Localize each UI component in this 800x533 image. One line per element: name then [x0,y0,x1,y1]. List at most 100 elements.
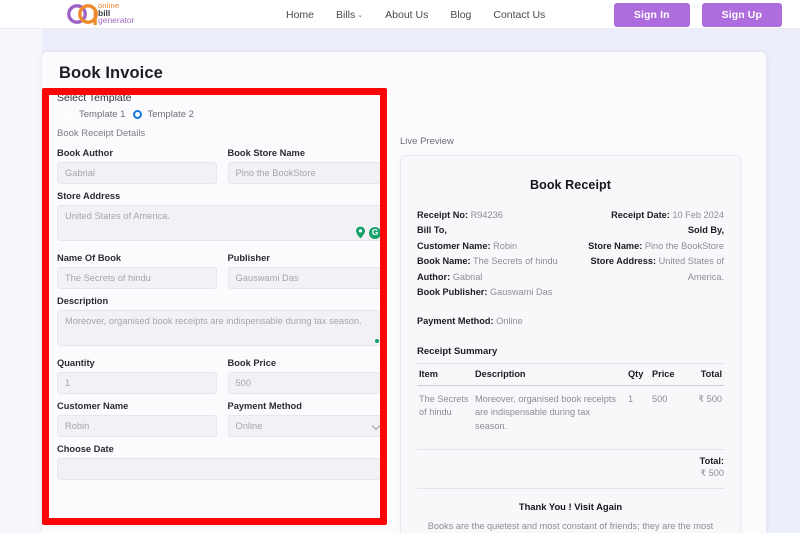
quantity-input[interactable] [57,372,217,394]
receipt-no-key: Receipt No: [417,210,469,220]
nav-item-contact-us[interactable]: Contact Us [493,9,545,21]
field-customer-name: Customer Name [57,394,217,437]
site-logo[interactable]: online bill generator [66,1,174,29]
book-author-label: Book Author [57,148,113,158]
receipt-title: Book Receipt [529,178,612,192]
store-address-textarea[interactable] [57,205,387,241]
book-receipt-details-label: Book Receipt Details [57,128,146,139]
template-option-1[interactable]: Template 1 [65,109,125,120]
field-book-store-name: Book Store Name [227,141,387,184]
book-store-name-input[interactable] [227,162,387,184]
receipt-summary-label: Receipt Summary [417,345,498,357]
summary-col-qty: Qty [626,362,650,386]
template-option-1-label: Template 1 [79,109,126,120]
field-choose-date: Choose Date [57,444,387,480]
book-author-input[interactable] [57,162,217,184]
page-title: Book Invoice [59,64,163,82]
receipt-quote: Books are the quietest and most constant… [427,521,714,532]
payment-method-key: Payment Method: [417,316,494,327]
customer-name-line: Customer Name: Robin [417,239,566,254]
field-description: Description [57,296,387,351]
name-of-book-input[interactable] [57,267,217,289]
site-header: online bill generator Home Bills ⌄ About … [0,0,800,29]
receipt-preview-card: Book Receipt Receipt No: R94236 Bill To,… [400,155,741,533]
book-publisher-key: Book Publisher: [417,287,488,298]
select-template-label: Select Template [57,92,132,104]
nav-item-home[interactable]: Home [286,9,314,21]
book-price-input[interactable] [227,372,387,394]
form-row-quantity-price: Quantity Book Price [57,351,387,394]
payment-method-wrapper [227,415,387,437]
grammarly-icon[interactable]: G [369,226,381,239]
store-address-wrapper: G [57,205,387,246]
live-preview-panel: Live Preview Book Receipt Receipt No: R9… [400,136,750,533]
author-line: Author: Gabrial [417,270,566,285]
book-publisher-line: Book Publisher: Gauswami Das [417,285,566,300]
invoice-form: Select Template Template 1 Template 2 Bo… [57,92,387,480]
store-name-key: Store Name: [588,240,643,251]
summary-header-row: Item Description Qty Price Total [417,362,724,386]
invoice-builder-card: Book Invoice Select Template Template 1 … [42,52,766,533]
field-store-address: Store Address G [57,191,387,246]
store-name-value: Pino the BookStore [644,240,724,251]
sold-by-key: Sold By, [687,225,724,236]
payment-method-select[interactable] [227,415,387,437]
choose-date-input[interactable] [57,458,387,480]
template-option-2-label: Template 2 [147,109,194,120]
receipt-date-key: Receipt Date: [611,210,670,220]
summary-col-price: Price [650,362,684,386]
store-address-label: Store Address [57,191,121,201]
summary-table-head: Item Description Qty Price Total [417,362,724,386]
customer-name-value: Robin [493,240,518,251]
field-name-of-book: Name Of Book [57,246,217,289]
description-textarea[interactable] [57,310,387,346]
author-key: Author: [417,271,451,282]
grammarly-controls[interactable]: G [355,226,381,239]
customer-name-input[interactable] [57,415,217,437]
receipt-total-row: Total: ₹ 500 [417,456,724,479]
primary-navigation: Home Bills ⌄ About Us Blog Contact Us [286,0,545,29]
quantity-label: Quantity [57,358,95,368]
site-logo-text: online bill generator [98,2,134,25]
row-qty: 1 [628,393,634,404]
book-name-value: The Secrets of hindu [473,256,558,267]
store-address-line: Store Address: United States of America. [576,254,724,285]
thank-you-message: Thank You ! Visit Again [518,501,623,513]
customer-name-label: Customer Name [57,401,129,411]
payment-method-value: Online [496,316,523,327]
publisher-input[interactable] [227,267,387,289]
receipt-summary-table: Item Description Qty Price Total The Sec… [417,362,724,441]
form-row-book-publisher: Name Of Book Publisher [57,246,387,289]
receipt-date-value: 10 Feb 2024 [672,210,724,220]
field-publisher: Publisher [227,246,387,289]
field-book-price: Book Price [227,351,387,394]
sign-in-button[interactable]: Sign In [613,3,690,27]
nav-item-bills[interactable]: Bills ⌄ [336,9,363,21]
chevron-down-icon: ⌄ [357,11,364,19]
receipt-meta-right: Receipt Date: 10 Feb 2024 Sold By, Store… [576,208,724,300]
author-value: Gabrial [452,271,483,282]
store-address-key: Store Address: [590,256,657,267]
store-address-value: United States of America. [658,256,724,282]
grammarly-status-dot-icon[interactable] [375,339,379,343]
summary-col-description: Description [473,362,626,386]
nav-item-about-us[interactable]: About Us [385,9,428,21]
row-description: Moreover, organised book receipts are in… [475,393,616,431]
publisher-label: Publisher [227,253,270,263]
summary-col-item: Item [417,362,473,386]
book-store-name-label: Book Store Name [227,148,306,158]
receipt-no-line: Receipt No: R94236 [417,208,566,223]
payment-method-label: Payment Method [227,401,302,411]
sign-up-button[interactable]: Sign Up [701,3,782,27]
store-name-line: Store Name: Pino the BookStore [576,239,724,254]
template-option-2[interactable]: Template 2 [133,109,194,120]
description-wrapper [57,310,387,351]
sold-by-line: Sold By, [576,223,724,238]
receipt-no-value: R94236 [470,210,503,220]
radio-unselected-icon [65,110,74,119]
form-row-author-store: Book Author Book Store Name [57,141,387,184]
location-pin-icon[interactable] [355,226,366,239]
live-preview-label: Live Preview [400,136,454,147]
row-total: ₹ 500 [698,393,722,404]
nav-item-blog[interactable]: Blog [450,9,471,21]
